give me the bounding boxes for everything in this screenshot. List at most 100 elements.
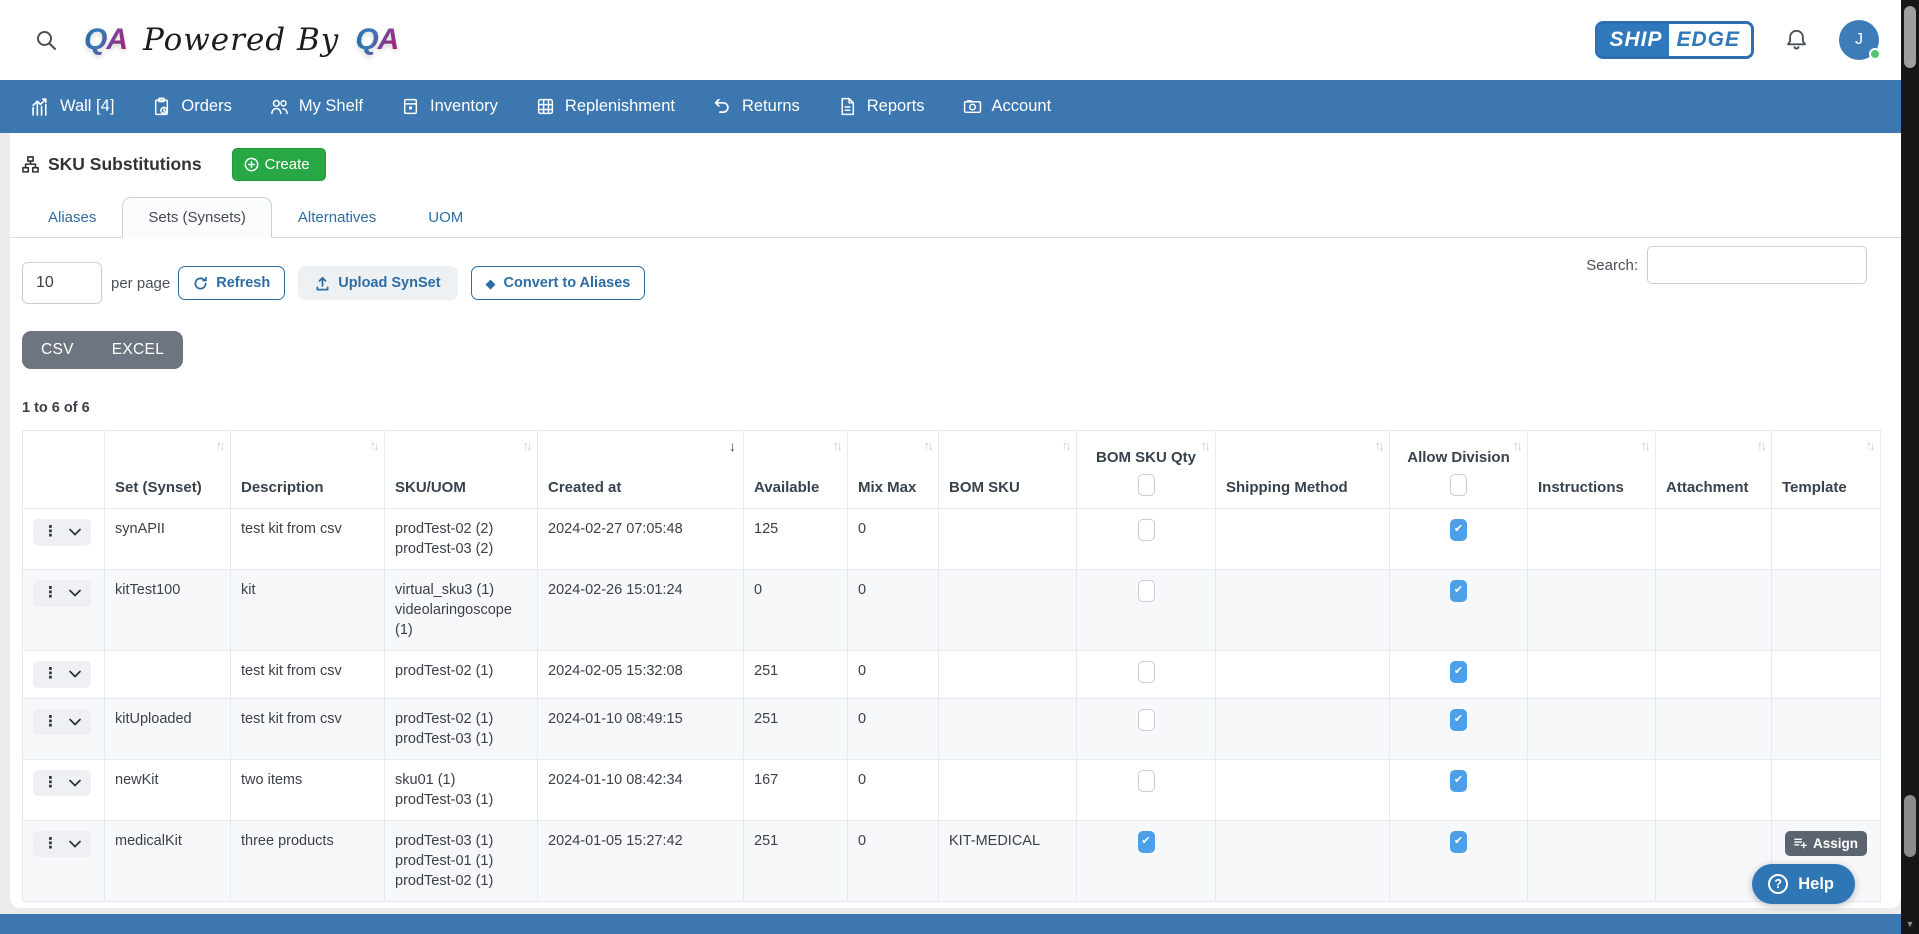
column-header-bom-sku-qty[interactable]: ↑↓BOM SKU Qty (1077, 431, 1216, 509)
column-header-shipping-method[interactable]: ↑↓Shipping Method (1216, 431, 1390, 509)
chevron-down-icon[interactable] (69, 779, 81, 787)
sort-icon[interactable]: ↑↓ (1201, 438, 1209, 453)
sort-icon[interactable]: ↑↓ (216, 438, 224, 453)
scroll-down-arrow-icon[interactable]: ▼ (1901, 920, 1919, 929)
sort-icon[interactable]: ↑↓ (1062, 438, 1070, 453)
notifications-bell-icon[interactable] (1784, 28, 1809, 53)
cell-instructions (1528, 509, 1656, 570)
cell-attachment (1656, 759, 1772, 820)
nav-item-wall[interactable]: Wall [4] (12, 80, 133, 133)
allow-division-checkbox[interactable] (1450, 661, 1467, 683)
row-actions[interactable]: ⋮ (33, 831, 91, 858)
upload-synset-button[interactable]: Upload SynSet (298, 266, 457, 300)
table-search-input[interactable] (1647, 246, 1867, 284)
help-button[interactable]: ? Help (1752, 864, 1855, 904)
search-icon[interactable] (34, 28, 58, 52)
user-avatar[interactable]: J (1839, 20, 1879, 60)
cell-mix-max: 0 (848, 651, 939, 699)
nav-item-replenishment[interactable]: Replenishment (517, 80, 694, 133)
tab-alternatives[interactable]: Alternatives (272, 197, 402, 237)
allow-division-checkbox[interactable] (1450, 709, 1467, 731)
kebab-menu-icon[interactable]: ⋮ (43, 522, 58, 543)
tab-sets-synsets[interactable]: Sets (Synsets) (122, 197, 272, 238)
row-actions[interactable]: ⋮ (33, 770, 91, 797)
column-header-description[interactable]: ↑↓Description (231, 431, 385, 509)
sort-icon[interactable]: ↑↓ (1513, 438, 1521, 453)
nav-item-reports[interactable]: Reports (819, 80, 944, 133)
kebab-menu-icon[interactable]: ⋮ (43, 773, 58, 794)
column-header-bom-sku[interactable]: ↑↓BOM SKU (939, 431, 1077, 509)
column-header-sku-uom[interactable]: ↑↓SKU/UOM (385, 431, 538, 509)
nav-item-account[interactable]: Account (944, 80, 1071, 133)
nav-item-inventory[interactable]: Inventory (382, 80, 517, 133)
shipedge-app: QA Powered By QA SHIP EDGE J Wall [4] (0, 0, 1919, 934)
bom-sku-qty-checkbox[interactable] (1138, 519, 1155, 541)
sort-icon[interactable]: ↑↓ (370, 438, 378, 453)
sort-icon[interactable]: ↑↓ (833, 438, 841, 453)
sort-icon[interactable]: ↑↓ (523, 438, 531, 453)
kebab-menu-icon[interactable]: ⋮ (43, 712, 58, 733)
chevron-down-icon[interactable] (69, 528, 81, 536)
tab-uom[interactable]: UOM (402, 197, 489, 237)
cell-bom-sku (939, 509, 1077, 570)
allow-division-checkbox[interactable] (1450, 770, 1467, 792)
allow-division-checkbox[interactable] (1450, 831, 1467, 853)
top-bar-right: SHIP EDGE J (1595, 20, 1919, 60)
cell-sku-uom: prodTest-02 (2) prodTest-03 (2) (385, 509, 538, 570)
row-actions[interactable]: ⋮ (33, 580, 91, 607)
cell-mix-max: 0 (848, 509, 939, 570)
page-scrollbar[interactable]: ▼ (1901, 0, 1919, 934)
sort-icon[interactable]: ↑↓ (1641, 438, 1649, 453)
column-header-allow-division[interactable]: ↑↓Allow Division (1390, 431, 1528, 509)
nav-item-my-shelf[interactable]: My Shelf (251, 80, 382, 133)
kebab-menu-icon[interactable]: ⋮ (43, 834, 58, 855)
column-header-mix-max[interactable]: ↑↓Mix Max (848, 431, 939, 509)
sort-icon-active-desc[interactable]: ↑↓ (729, 438, 736, 454)
kebab-menu-icon[interactable]: ⋮ (43, 583, 58, 604)
sort-icon[interactable]: ↑↓ (1375, 438, 1383, 453)
excel-export-button[interactable]: EXCEL (93, 331, 183, 369)
chevron-down-icon[interactable] (69, 589, 81, 597)
tab-aliases[interactable]: Aliases (22, 197, 122, 237)
row-actions[interactable]: ⋮ (33, 661, 91, 688)
bom-sku-qty-checkbox[interactable] (1138, 709, 1155, 731)
table-row: ⋮ kitTest100 kit virtual_sku3 (1) videol… (23, 570, 1881, 651)
bom-sku-qty-checkbox[interactable] (1138, 580, 1155, 602)
cell-sku-uom: sku01 (1) prodTest-03 (1) (385, 759, 538, 820)
bom-sku-qty-checkbox[interactable] (1138, 831, 1155, 853)
column-header-available[interactable]: ↑↓Available (744, 431, 848, 509)
allow-division-checkbox[interactable] (1450, 580, 1467, 602)
row-actions[interactable]: ⋮ (33, 519, 91, 546)
column-header-set-synset[interactable]: ↑↓Set (Synset) (105, 431, 231, 509)
assign-template-button[interactable]: Assign (1785, 831, 1867, 856)
cell-shipping-method (1216, 698, 1390, 759)
create-button[interactable]: Create (232, 148, 326, 181)
sort-icon[interactable]: ↑↓ (924, 438, 932, 453)
chevron-down-icon[interactable] (69, 718, 81, 726)
csv-export-button[interactable]: CSV (22, 331, 93, 369)
nav-item-orders[interactable]: Orders (133, 80, 250, 133)
row-actions[interactable]: ⋮ (33, 709, 91, 736)
convert-to-aliases-button[interactable]: ◆ Convert to Aliases (471, 266, 646, 300)
sort-icon[interactable]: ↑↓ (1757, 438, 1765, 453)
scrollbar-thumb[interactable] (1904, 6, 1916, 68)
bom-sku-qty-checkbox[interactable] (1138, 770, 1155, 792)
column-header-template[interactable]: ↑↓Template (1772, 431, 1881, 509)
per-page-input[interactable] (22, 262, 102, 304)
table-row: ⋮ medicalKit three products prodTest-03 … (23, 820, 1881, 901)
chevron-down-icon[interactable] (69, 840, 81, 848)
chevron-down-icon[interactable] (69, 670, 81, 678)
column-header-created-at[interactable]: ↑↓Created at (538, 431, 744, 509)
kebab-menu-icon[interactable]: ⋮ (43, 664, 58, 685)
sort-icon[interactable]: ↑↓ (1866, 438, 1874, 453)
column-header-attachment[interactable]: ↑↓Attachment (1656, 431, 1772, 509)
nav-item-returns[interactable]: Returns (694, 80, 819, 133)
allow-division-checkbox[interactable] (1450, 519, 1467, 541)
scrollbar-thumb-lower[interactable] (1904, 795, 1916, 857)
bom-sku-qty-checkbox[interactable] (1138, 661, 1155, 683)
refresh-button[interactable]: Refresh (178, 266, 285, 300)
wall-chart-icon (31, 97, 50, 116)
bom-sku-qty-header-checkbox[interactable] (1138, 474, 1155, 496)
allow-division-header-checkbox[interactable] (1450, 474, 1467, 496)
column-header-instructions[interactable]: ↑↓Instructions (1528, 431, 1656, 509)
